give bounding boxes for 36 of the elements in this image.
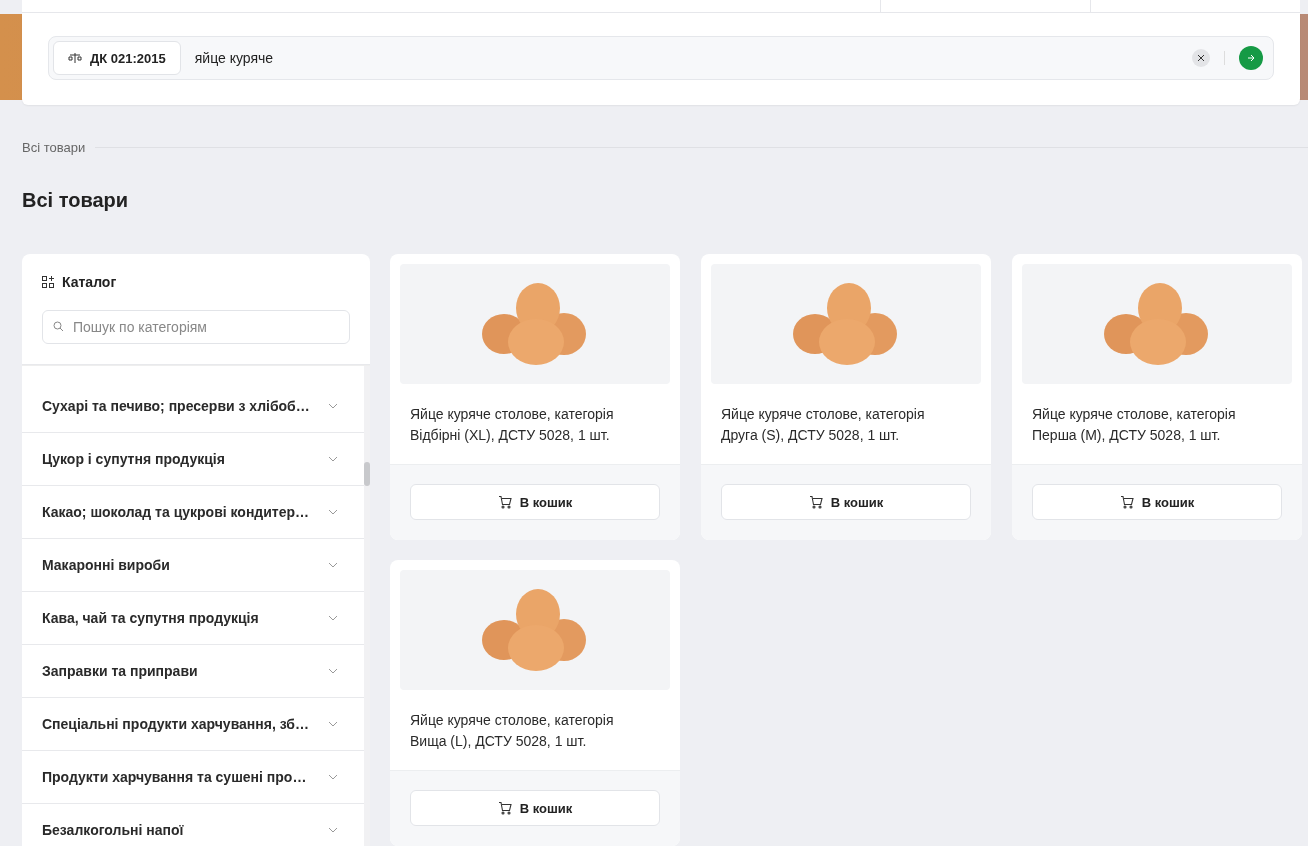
chevron-down-icon [328,615,338,621]
search-icon [53,321,64,332]
product-name[interactable]: Яйце куряче столове, категорія Відбірні (XL), ДСТУ 5028, 1 шт. [390,384,680,464]
cart-icon [808,495,823,509]
add-to-cart-button[interactable]: В кошик [721,484,971,520]
cart-icon [497,495,512,509]
chevron-down-icon [328,721,338,727]
classifier-button[interactable]: ДК 021:2015 [53,41,181,75]
search-input[interactable]: яйце куряче [192,49,1180,67]
search-field[interactable]: ДК 021:2015 яйце куряче [48,36,1274,80]
breadcrumb-link[interactable]: Всі товари [22,140,86,155]
chevron-down-icon [328,509,338,515]
add-to-cart-button[interactable]: В кошик [1032,484,1282,520]
product-name[interactable]: Яйце куряче столове, категорія Перша (M), ДСТУ 5028, 1 шт. [1012,384,1302,464]
search-button[interactable] [1239,46,1263,70]
arrow-right-icon [1247,54,1255,62]
chevron-down-icon [328,562,338,568]
scrollbar-thumb[interactable] [364,462,370,486]
add-to-cart-button[interactable]: В кошик [410,790,660,826]
catalog-title: Каталог [62,274,117,290]
page-title: Всі товари [22,189,130,212]
add-to-cart-button[interactable]: В кошик [410,484,660,520]
chevron-down-icon [328,827,338,833]
close-icon [1198,55,1204,61]
grid-plus-icon [42,276,54,288]
clear-button[interactable] [1192,49,1210,67]
cart-icon [497,801,512,815]
cart-icon [1119,495,1134,509]
product-name[interactable]: Яйце куряче столове, категорія Друга (S), ДСТУ 5028, 1 шт. [701,384,991,464]
chevron-down-icon [328,403,338,409]
chevron-down-icon [328,774,338,780]
chevron-down-icon [328,456,338,462]
chevron-down-icon [328,668,338,674]
category-search-field[interactable]: Пошук по категоріям [42,310,350,344]
scale-icon [68,52,82,64]
product-name[interactable]: Яйце куряче столове, категорія Вища (L), ДСТУ 5028, 1 шт. [390,690,680,770]
